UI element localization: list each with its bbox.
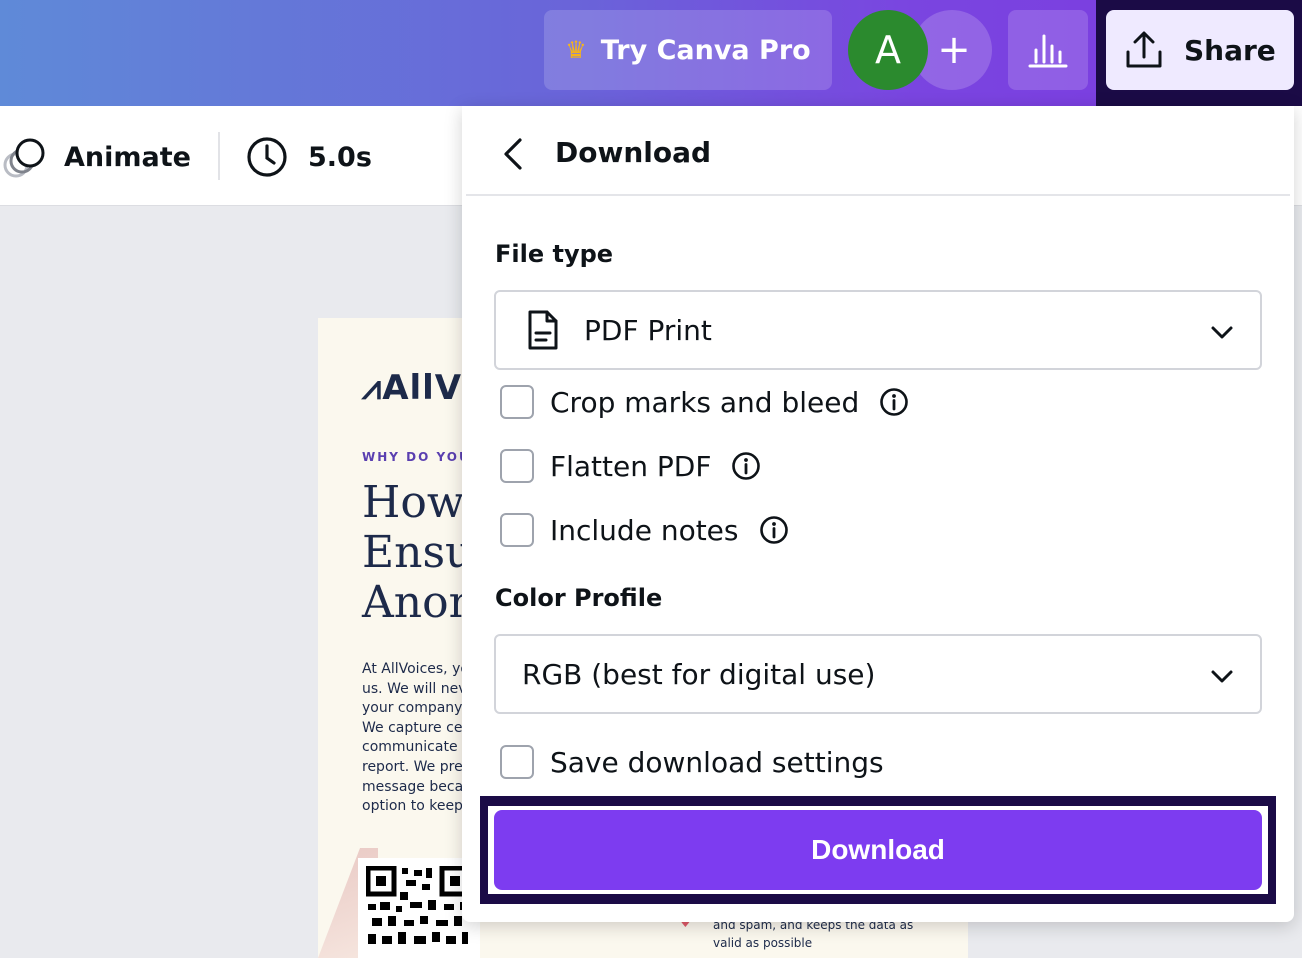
toolbar-divider [218, 132, 220, 180]
insights-button[interactable] [1008, 10, 1088, 90]
color-profile-select[interactable]: RGB (best for digital use) [494, 634, 1262, 714]
back-button[interactable] [498, 134, 528, 174]
flatten-pdf-option[interactable]: Flatten PDF [500, 446, 761, 486]
download-button[interactable]: Download [494, 810, 1262, 890]
flatten-pdf-label: Flatten PDF [550, 449, 712, 483]
panel-header: Download [466, 106, 1290, 196]
panel-title: Download [555, 136, 712, 169]
info-icon[interactable] [879, 387, 909, 417]
duration-label: 5.0s [308, 141, 372, 173]
chevron-left-icon [504, 138, 522, 170]
info-icon[interactable] [759, 515, 789, 545]
crop-marks-checkbox[interactable] [500, 385, 534, 419]
save-settings-checkbox[interactable] [500, 745, 534, 779]
try-canva-pro-button[interactable]: ♛ Try Canva Pro [544, 10, 832, 90]
file-type-label: File type [495, 240, 614, 268]
include-notes-option[interactable]: Include notes [500, 510, 789, 550]
chevron-down-icon [1211, 670, 1233, 683]
share-label: Share [1184, 33, 1276, 67]
bar-chart-icon [1028, 34, 1068, 68]
download-panel: Download File type PDF Print Crop marks … [462, 106, 1294, 922]
top-header: ♛ Try Canva Pro + A Share [0, 0, 1302, 106]
logo-mark-icon: ⩘ [362, 368, 383, 408]
color-profile-value: RGB (best for digital use) [522, 657, 876, 691]
crop-marks-label: Crop marks and bleed [550, 385, 860, 419]
chevron-down-icon [1211, 326, 1233, 339]
include-notes-checkbox[interactable] [500, 513, 534, 547]
crop-marks-option[interactable]: Crop marks and bleed [500, 382, 909, 422]
animate-icon [3, 138, 45, 178]
try-canva-pro-label: Try Canva Pro [600, 34, 811, 66]
include-notes-label: Include notes [550, 513, 739, 547]
duration-button[interactable]: 5.0s [246, 134, 372, 180]
save-settings-option[interactable]: Save download settings [500, 742, 884, 782]
qr-code-icon [365, 865, 471, 944]
brand-logo: ⩘AllV [362, 368, 462, 408]
clock-icon [247, 137, 287, 177]
share-button[interactable]: Share [1106, 10, 1294, 90]
info-icon[interactable] [731, 451, 761, 481]
file-type-value: PDF Print [584, 313, 712, 347]
document-icon [528, 310, 558, 350]
avatar[interactable]: A [848, 10, 928, 90]
animate-button[interactable]: Animate [0, 134, 191, 180]
save-settings-label: Save download settings [550, 745, 884, 779]
color-profile-label: Color Profile [495, 584, 663, 612]
file-type-select[interactable]: PDF Print [494, 290, 1262, 370]
upload-icon [1126, 31, 1162, 68]
animate-label: Animate [64, 141, 191, 173]
flatten-pdf-checkbox[interactable] [500, 449, 534, 483]
plus-icon: + [937, 27, 971, 73]
crown-icon: ♛ [565, 36, 587, 64]
avatar-initial: A [875, 28, 901, 72]
footnote-line: valid as possible [713, 936, 813, 950]
logo-text: AllV [382, 368, 463, 408]
